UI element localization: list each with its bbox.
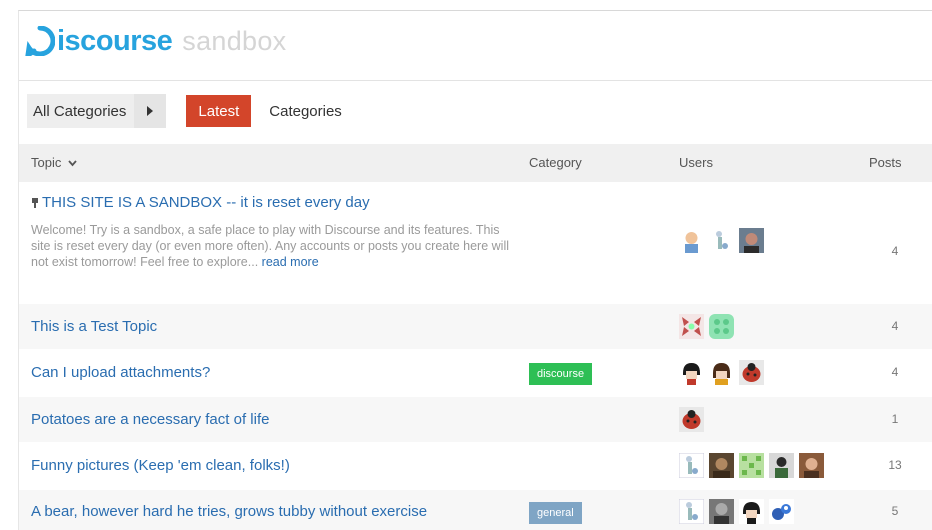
- topic-list-header: Topic Category Users Posts: [19, 144, 932, 182]
- avatar[interactable]: [679, 499, 704, 524]
- topic-title-link[interactable]: Potatoes are a necessary fact of life: [31, 411, 269, 428]
- avatar[interactable]: [709, 360, 734, 385]
- tab-latest[interactable]: Latest: [186, 95, 252, 127]
- avatar[interactable]: [769, 453, 794, 478]
- column-posts[interactable]: Posts: [869, 155, 902, 170]
- read-more-link[interactable]: read more: [262, 255, 319, 269]
- avatar[interactable]: [709, 453, 734, 478]
- topic-row: THIS SITE IS A SANDBOX -- it is reset ev…: [19, 182, 932, 304]
- discourse-logo-icon: [25, 26, 55, 56]
- avatar[interactable]: [739, 360, 764, 385]
- column-topic-label: Topic: [31, 155, 62, 170]
- avatar[interactable]: [709, 314, 734, 339]
- post-count: 13: [888, 458, 902, 472]
- avatar[interactable]: [739, 499, 764, 524]
- topic-row: A bear, however hard he tries, grows tub…: [19, 490, 932, 530]
- logo-subtitle: sandbox: [182, 26, 287, 56]
- avatar[interactable]: [709, 499, 734, 524]
- avatar[interactable]: [679, 360, 704, 385]
- category-badge[interactable]: discourse: [529, 363, 593, 385]
- category-dropdown-label: All Categories: [33, 102, 127, 120]
- column-category[interactable]: Category: [529, 155, 582, 170]
- topic-users: [679, 499, 794, 524]
- topic-title-link[interactable]: Can I upload attachments?: [31, 364, 210, 381]
- avatar[interactable]: [739, 228, 764, 253]
- topic-users: [679, 407, 704, 432]
- topic-row: Funny pictures (Keep 'em clean, folks!) …: [19, 442, 932, 490]
- avatar[interactable]: [679, 228, 704, 253]
- topic-excerpt: Welcome! Try is a sandbox, a safe place …: [31, 222, 511, 270]
- topic-title-link[interactable]: This is a Test Topic: [31, 318, 157, 335]
- logo-word: iscourse: [57, 25, 173, 57]
- post-count: 4: [891, 244, 899, 258]
- discourse-window: iscourse sandbox All Categories Latest C…: [18, 10, 932, 530]
- site-header: iscourse sandbox: [19, 11, 932, 81]
- topic-row: Potatoes are a necessary fact of life 1: [19, 397, 932, 442]
- avatar[interactable]: [769, 499, 794, 524]
- topic-users: [679, 360, 764, 385]
- topic-users: [679, 228, 764, 253]
- avatar[interactable]: [679, 407, 704, 432]
- topic-users: [679, 453, 824, 478]
- post-count: 5: [891, 504, 899, 518]
- caret-right-icon[interactable]: [134, 94, 167, 128]
- column-topic[interactable]: Topic: [31, 155, 77, 170]
- site-logo[interactable]: iscourse sandbox: [25, 26, 286, 56]
- avatar[interactable]: [799, 453, 824, 478]
- topic-title-text: THIS SITE IS A SANDBOX -- it is reset ev…: [42, 194, 370, 211]
- post-count: 4: [891, 319, 899, 333]
- avatar[interactable]: [679, 453, 704, 478]
- topic-row: Can I upload attachments? discourse 4: [19, 349, 932, 397]
- topic-title-link[interactable]: THIS SITE IS A SANDBOX -- it is reset ev…: [31, 194, 370, 211]
- topic-row: This is a Test Topic 4: [19, 304, 932, 349]
- column-users: Users: [679, 155, 713, 170]
- topic-title-link[interactable]: A bear, however hard he tries, grows tub…: [31, 503, 427, 520]
- chevron-down-icon: [68, 155, 77, 170]
- avatar[interactable]: [739, 453, 764, 478]
- post-count: 4: [891, 365, 899, 379]
- topic-users: [679, 314, 734, 339]
- category-dropdown[interactable]: All Categories: [27, 94, 167, 128]
- tab-categories[interactable]: Categories: [269, 103, 342, 120]
- avatar[interactable]: [679, 314, 704, 339]
- topic-navigation: All Categories Latest Categories: [27, 94, 342, 128]
- post-count: 1: [891, 412, 899, 426]
- category-badge[interactable]: general: [529, 502, 582, 524]
- topic-title-link[interactable]: Funny pictures (Keep 'em clean, folks!): [31, 457, 290, 474]
- avatar[interactable]: [709, 228, 734, 253]
- pin-icon: [31, 195, 39, 208]
